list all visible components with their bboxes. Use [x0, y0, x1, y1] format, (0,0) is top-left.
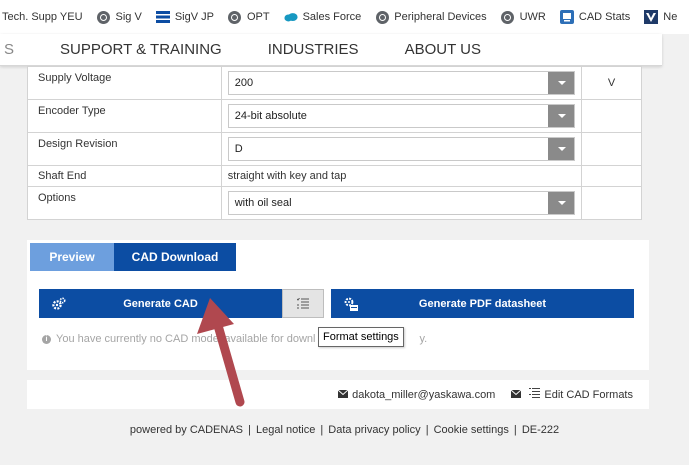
- chart-app-icon: [559, 10, 574, 24]
- separator: |: [320, 424, 324, 436]
- bookmarks-bar: Tech. Supp YEU Sig V SigV JP OPT Sales F…: [0, 0, 689, 34]
- cookie-settings-link[interactable]: Cookie settings: [434, 424, 509, 436]
- envelope-icon: [337, 389, 349, 401]
- unit-label: [581, 165, 642, 187]
- table-row: Supply Voltage 200 V: [27, 66, 642, 100]
- chevron-down-icon[interactable]: [548, 192, 575, 214]
- bookmark-label: Peripheral Devices: [394, 11, 487, 23]
- bookmark-uwr[interactable]: UWR: [501, 10, 546, 24]
- list-settings-icon: [297, 298, 309, 309]
- bookmark-ne[interactable]: Ne: [644, 10, 677, 24]
- version-code: DE-222: [521, 424, 560, 436]
- properties-table: Supply Voltage 200 V Encoder Type 24-bit…: [27, 66, 642, 220]
- main-nav: S SUPPORT & TRAINING INDUSTRIES ABOUT US: [0, 34, 662, 66]
- v-logo-icon: [644, 10, 659, 24]
- select-value: D: [234, 143, 243, 155]
- property-label: Options: [27, 186, 222, 220]
- property-label: Design Revision: [27, 132, 222, 166]
- select-value: 200: [234, 77, 254, 89]
- bookmark-label: UWR: [519, 11, 546, 23]
- red-annotation-arrow: [197, 298, 245, 407]
- design-revision-select[interactable]: D: [227, 137, 576, 161]
- yaskawa-logo-icon: [155, 10, 170, 24]
- chevron-down-icon[interactable]: [548, 72, 575, 94]
- info-text-suffix: y.: [419, 333, 428, 345]
- edit-cad-formats-link[interactable]: Edit CAD Formats: [544, 389, 633, 401]
- generate-pdf-label: Generate PDF datasheet: [418, 297, 547, 310]
- nav-about-us[interactable]: ABOUT US: [405, 41, 481, 58]
- bookmark-peripheral-devices[interactable]: Peripheral Devices: [375, 10, 487, 24]
- bookmark-sigv-jp[interactable]: SigV JP: [155, 10, 214, 24]
- contact-bar: dakota_miller@yaskawa.com Edit CAD Forma…: [27, 380, 649, 409]
- nav-industries[interactable]: INDUSTRIES: [268, 41, 359, 58]
- globe-icon: [501, 10, 515, 24]
- gears-icon: [39, 296, 79, 311]
- select-value: with oil seal: [234, 197, 292, 209]
- separator: |: [425, 424, 429, 436]
- salesforce-cloud-icon: [284, 10, 298, 24]
- property-label: Supply Voltage: [27, 66, 222, 100]
- info-icon: i: [42, 334, 51, 344]
- table-row: Shaft End straight with key and tap: [27, 165, 642, 187]
- envelope-icon[interactable]: [511, 389, 522, 401]
- unit-label: [581, 99, 642, 133]
- format-settings-tooltip: Format settings: [318, 327, 404, 347]
- table-row: Design Revision D: [27, 132, 642, 166]
- nav-edge-text: S: [4, 41, 15, 58]
- format-settings-button[interactable]: [282, 289, 324, 318]
- bookmark-tech-supp[interactable]: Tech. Supp YEU: [2, 11, 83, 23]
- bookmark-sales-force[interactable]: Sales Force: [284, 10, 362, 24]
- supply-voltage-select[interactable]: 200: [227, 71, 576, 95]
- property-label: Shaft End: [27, 165, 222, 187]
- unit-label: [581, 186, 642, 220]
- bookmark-cad-stats[interactable]: CAD Stats: [559, 10, 631, 24]
- separator: |: [248, 424, 251, 436]
- table-row: Options with oil seal: [27, 186, 642, 220]
- generate-pdf-button[interactable]: Generate PDF datasheet: [331, 289, 634, 318]
- select-value: 24-bit absolute: [234, 110, 307, 122]
- unit-label: V: [581, 66, 642, 100]
- nav-support-training[interactable]: SUPPORT & TRAINING: [60, 41, 222, 58]
- property-label: Encoder Type: [27, 99, 222, 133]
- powered-by-text: powered by CADENAS: [129, 424, 243, 436]
- bookmark-label: Tech. Supp YEU: [2, 11, 83, 23]
- info-text: You have currently no CAD model availabl…: [56, 333, 316, 345]
- bookmark-label: CAD Stats: [578, 11, 631, 23]
- encoder-type-select[interactable]: 24-bit absolute: [227, 104, 576, 128]
- unit-label: [581, 132, 642, 166]
- legal-footer: powered by CADENAS | Legal notice | Data…: [0, 424, 689, 436]
- bookmark-opt[interactable]: OPT: [228, 10, 270, 24]
- bookmark-label: Sig V: [115, 11, 142, 23]
- bookmark-label: OPT: [246, 11, 270, 23]
- privacy-policy-link[interactable]: Data privacy policy: [328, 424, 420, 436]
- separator: |: [513, 424, 517, 436]
- tab-preview[interactable]: Preview: [30, 243, 114, 271]
- table-row: Encoder Type 24-bit absolute: [27, 99, 642, 133]
- bookmark-label: SigV JP: [174, 11, 214, 23]
- tab-cad-download[interactable]: CAD Download: [114, 243, 236, 271]
- user-email[interactable]: dakota_miller@yaskawa.com: [352, 389, 495, 401]
- shaft-end-value: straight with key and tap: [220, 165, 583, 187]
- bookmark-sig-v[interactable]: Sig V: [97, 10, 142, 24]
- gears-pdf-icon: [331, 297, 371, 311]
- chevron-down-icon[interactable]: [548, 105, 575, 127]
- options-select[interactable]: with oil seal: [227, 191, 576, 215]
- bookmark-label: Ne: [663, 11, 678, 23]
- globe-icon: [228, 10, 242, 24]
- bookmark-label: Sales Force: [302, 11, 362, 23]
- globe-icon: [97, 10, 111, 24]
- globe-icon: [375, 10, 389, 24]
- chevron-down-icon[interactable]: [548, 138, 575, 160]
- legal-notice-link[interactable]: Legal notice: [256, 424, 315, 436]
- list-settings-icon: [529, 388, 541, 401]
